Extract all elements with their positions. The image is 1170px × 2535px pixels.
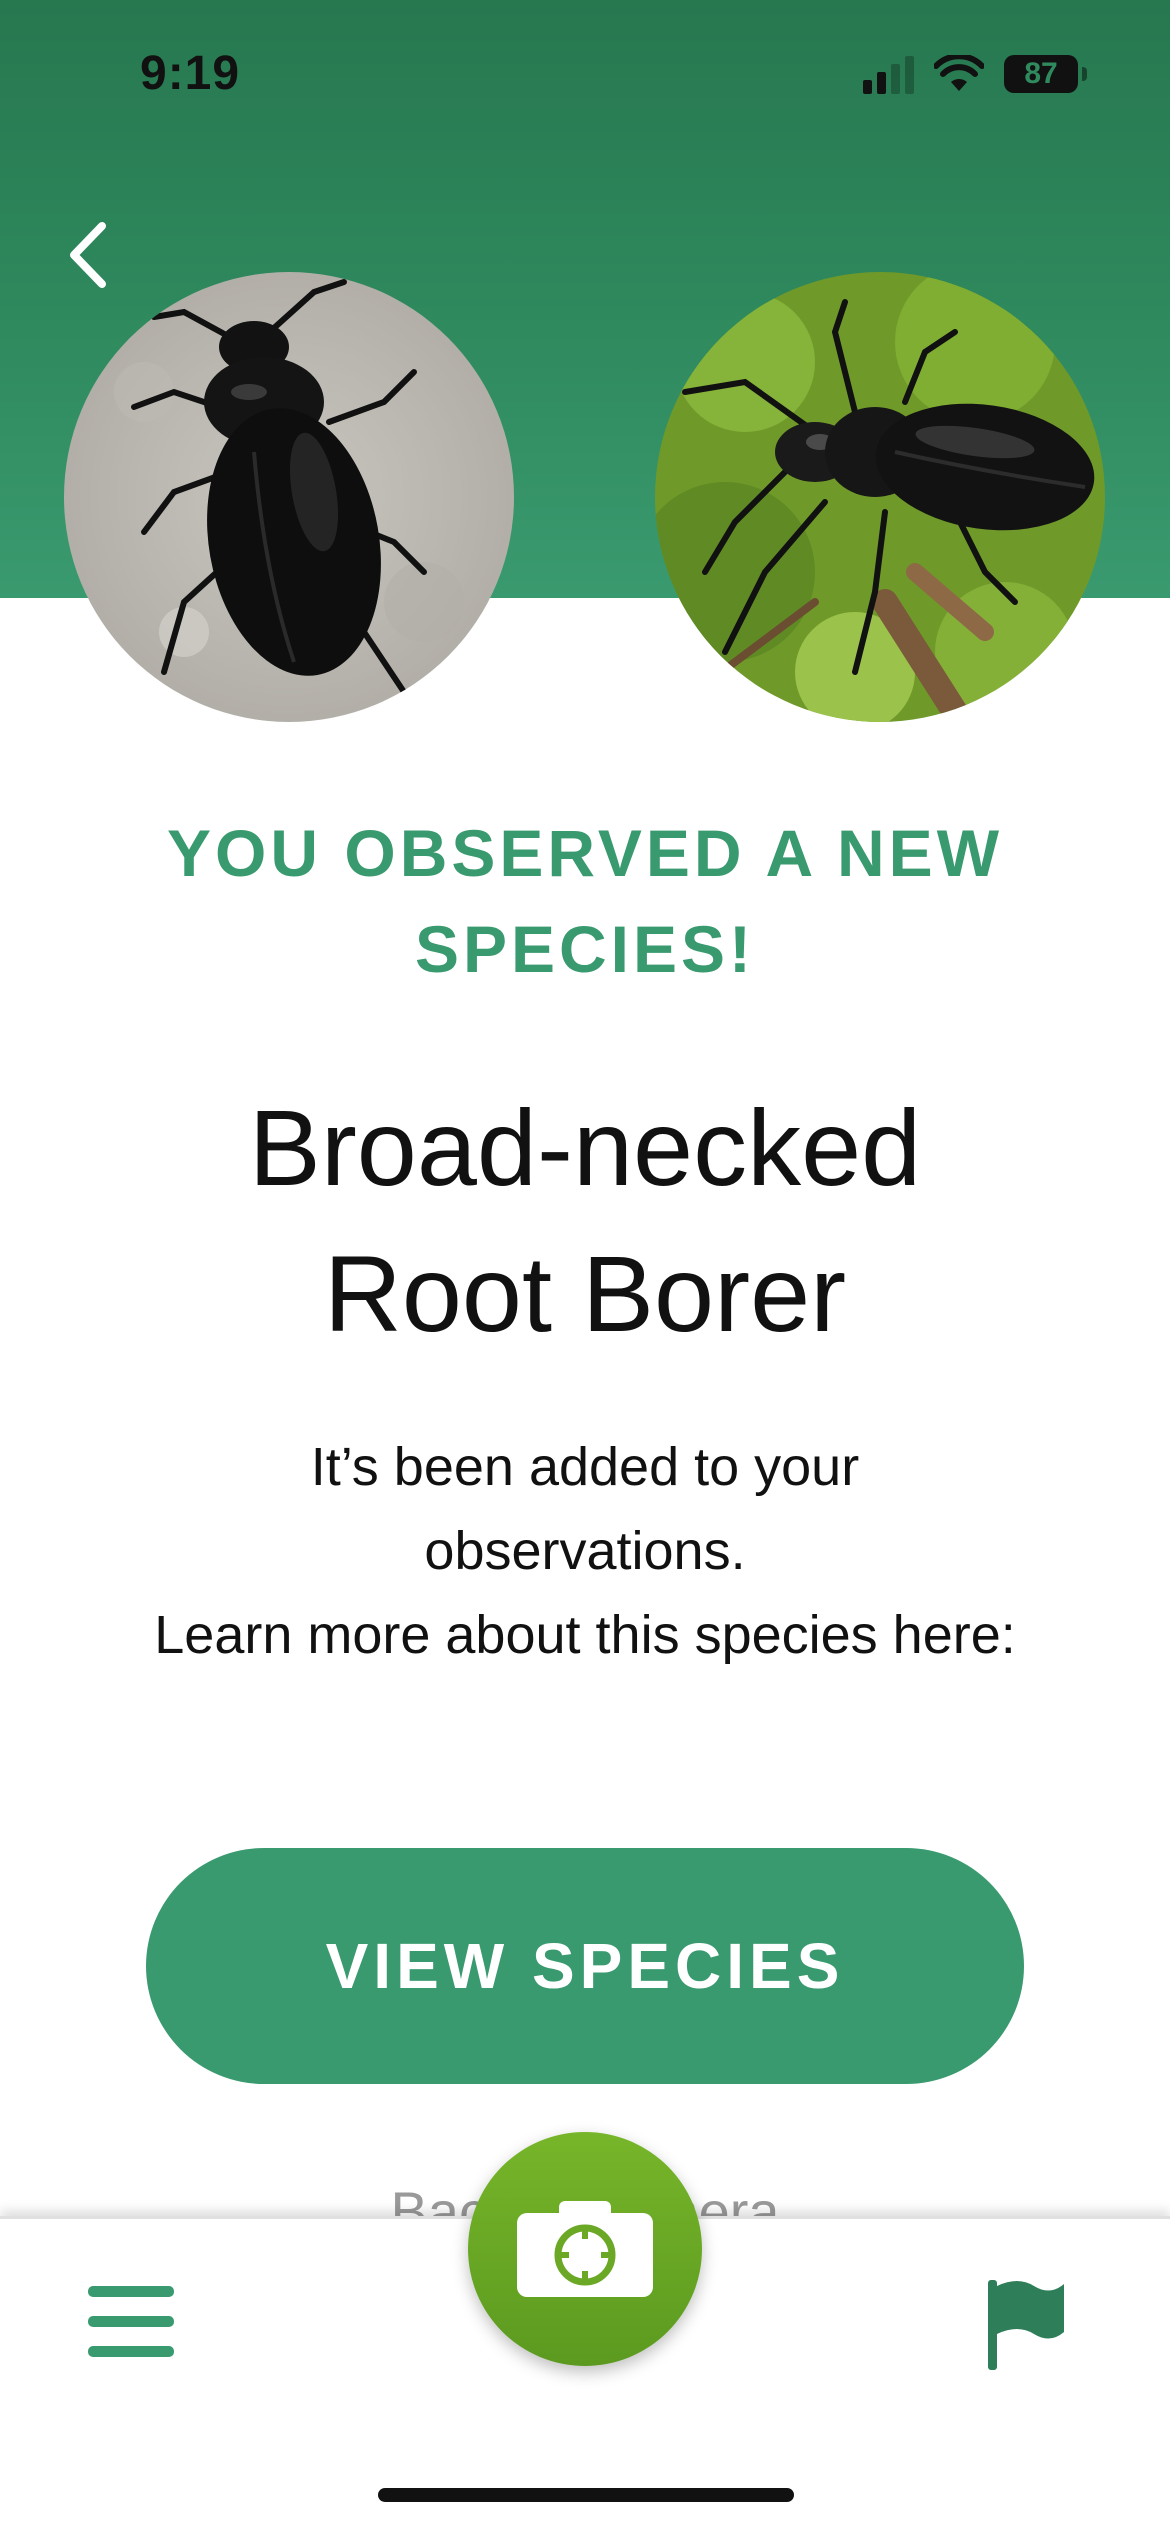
flag-button[interactable] (984, 2276, 1068, 2372)
hamburger-menu-icon (88, 2286, 174, 2357)
status-time: 9:19 (140, 47, 241, 100)
home-indicator (378, 2488, 794, 2502)
camera-button[interactable] (468, 2132, 702, 2366)
battery-level: 87 (1024, 57, 1058, 90)
menu-button[interactable] (86, 2282, 178, 2362)
camera-icon (517, 2201, 653, 2297)
species-name: Broad-necked Root Borer (248, 1087, 922, 1354)
battery-icon: 87 (1004, 55, 1087, 93)
flag-icon (988, 2280, 1064, 2370)
wifi-icon (934, 55, 984, 93)
new-species-headline: YOU OBSERVED A NEW SPECIES! (167, 816, 1003, 986)
user-observation-photo (64, 272, 514, 722)
view-species-button[interactable]: VIEW SPECIES (146, 1848, 1024, 2084)
back-button[interactable] (56, 210, 120, 300)
reference-species-photo (655, 272, 1105, 722)
added-message: It’s been added to your observations. Le… (150, 1425, 1020, 1677)
chevron-left-icon (70, 222, 106, 288)
added-message-line: It’s been added to your observations. (310, 1437, 860, 1581)
status-icons: 87 (863, 54, 1087, 94)
learn-more-message-line: Learn more about this species here: (154, 1605, 1016, 1665)
signal-icon (863, 54, 914, 94)
